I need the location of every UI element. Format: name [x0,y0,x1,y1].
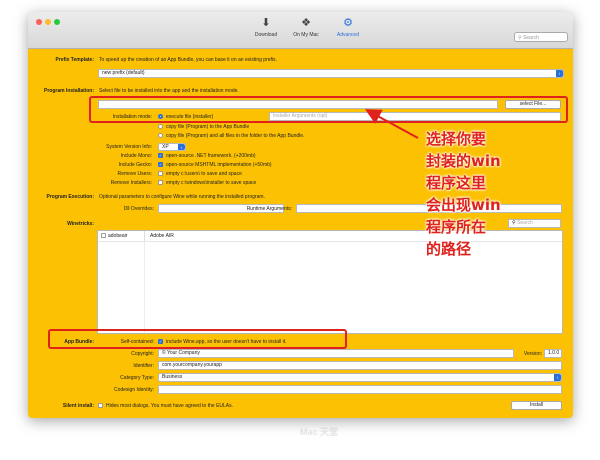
annotation-line: 封装的win [426,152,501,170]
annotation-line: 程序所在 [426,218,487,236]
annotation-line: 的路径 [426,240,472,258]
annotation-line: 会出现win [426,196,501,214]
annotation-arrow [364,109,419,139]
annotation-line: 选择你要 [426,130,487,148]
annotation-line: 程序这里 [426,174,487,192]
annotation-text: 选择你要 封装的win 程序这里 会出现win 程序所在 的路径 [426,128,501,260]
